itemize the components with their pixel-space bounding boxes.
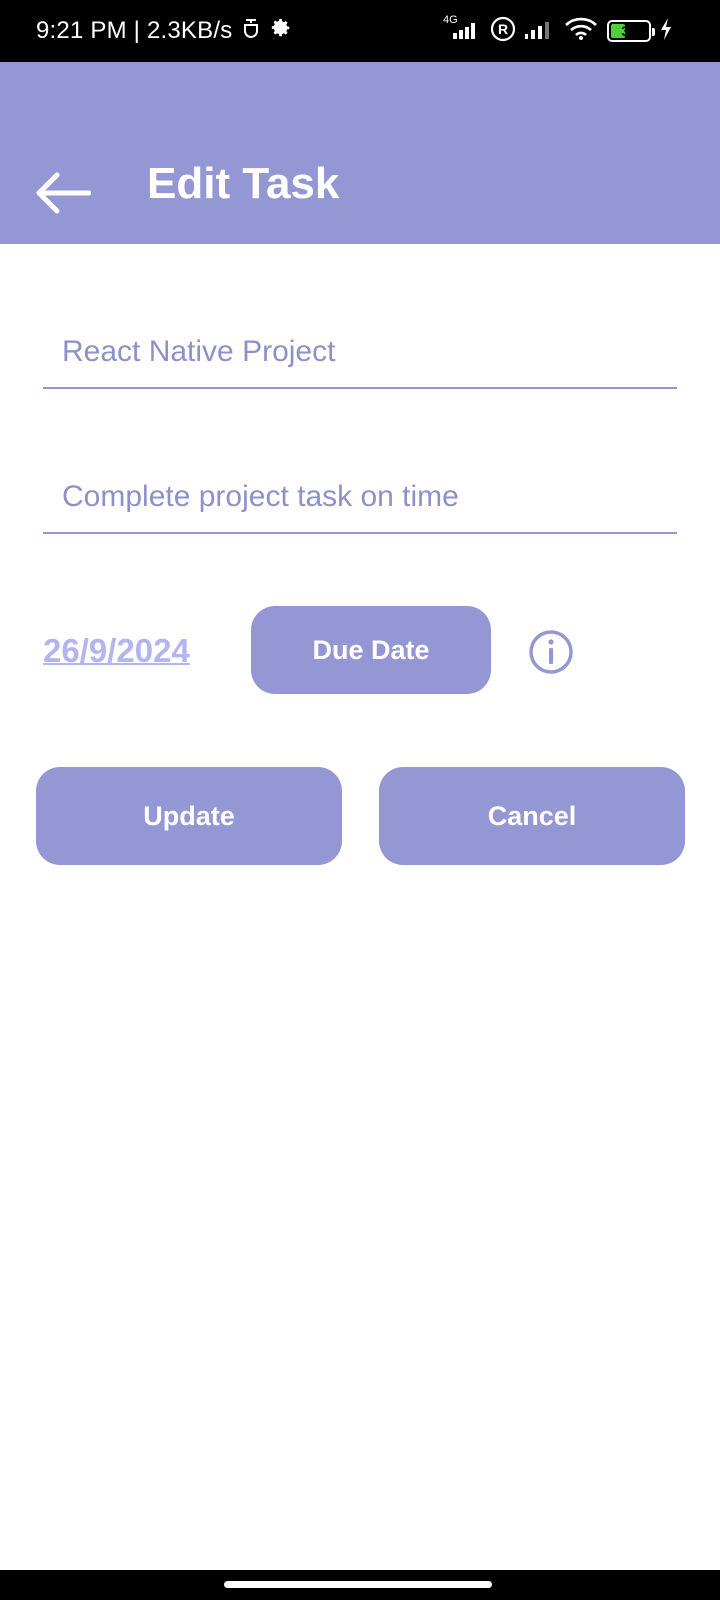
page-title: Edit Task — [147, 159, 340, 208]
app-bar: Edit Task — [0, 62, 720, 244]
update-button[interactable]: Update — [36, 767, 342, 865]
task-description-input[interactable] — [43, 462, 677, 534]
due-date-value[interactable]: 26/9/2024 — [43, 632, 190, 670]
settings-icon — [270, 17, 292, 46]
task-title-input[interactable] — [43, 317, 677, 389]
notification-icon — [242, 17, 260, 46]
info-button[interactable] — [527, 628, 575, 676]
registered-icon: R — [490, 16, 516, 47]
signal-icon — [453, 23, 475, 39]
cancel-button[interactable]: Cancel — [379, 767, 685, 865]
status-time-speed: 9:21 PM | 2.3KB/s — [36, 17, 233, 44]
wifi-icon — [564, 17, 598, 46]
status-right: 4G R 33 — [443, 0, 672, 62]
battery-icon: 33 — [607, 20, 655, 42]
due-date-button[interactable]: Due Date — [251, 606, 491, 694]
charging-icon — [660, 17, 672, 45]
back-button[interactable] — [30, 161, 94, 225]
signal-icon — [525, 19, 555, 44]
info-icon — [529, 630, 573, 674]
edit-task-screen: 9:21 PM | 2.3KB/s 4G R 33 Edit Task Reac… — [0, 0, 720, 1600]
arrow-left-icon — [36, 172, 91, 214]
battery-level: 33 — [621, 23, 637, 39]
status-bar: 9:21 PM | 2.3KB/s 4G R 33 — [0, 0, 720, 62]
svg-text:R: R — [498, 21, 508, 37]
home-indicator[interactable] — [224, 1581, 492, 1588]
status-left: 9:21 PM | 2.3KB/s — [36, 0, 292, 62]
network-indicator: 4G — [443, 14, 481, 45]
